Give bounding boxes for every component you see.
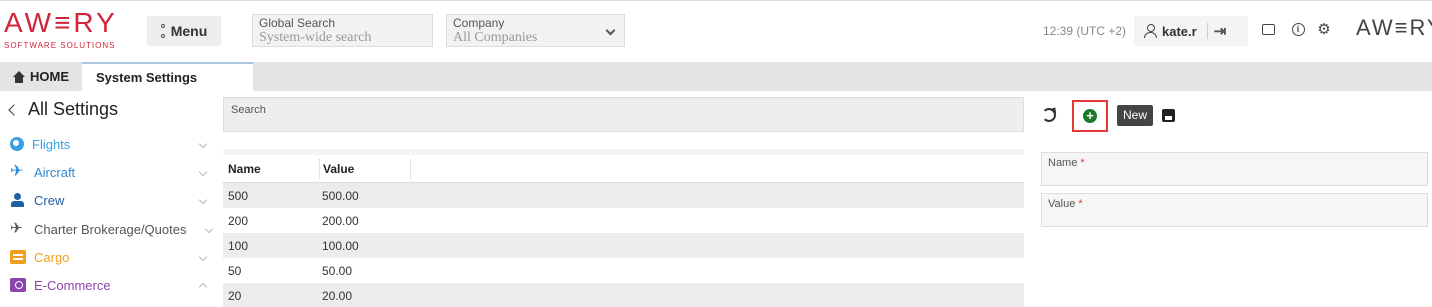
chevron-down-icon [198, 195, 208, 205]
value-field[interactable]: Value * [1041, 193, 1428, 227]
table-header: Name Value [223, 149, 1024, 183]
sidebar-item-cargo[interactable]: Cargo [10, 245, 210, 269]
all-settings-back[interactable]: All Settings [8, 99, 119, 120]
search-panel[interactable]: Search [223, 97, 1024, 132]
chevron-left-icon [8, 103, 20, 116]
all-settings-label: All Settings [28, 99, 119, 119]
user-icon [1144, 24, 1157, 38]
chevron-down-icon [198, 252, 208, 262]
sidebar-item-label: Crew [34, 192, 65, 208]
column-divider [410, 158, 411, 179]
cell-value: 50.00 [322, 263, 353, 278]
cargo-icon [10, 250, 26, 264]
logo-subtitle: SOFTWARE SOLUTIONS [4, 41, 116, 50]
table-row[interactable]: 500 500.00 [223, 183, 1024, 208]
name-field[interactable]: Name * [1041, 152, 1428, 186]
cell-value: 200.00 [322, 213, 359, 228]
menu-button-label: Menu [170, 23, 208, 39]
divider [1206, 23, 1208, 39]
table-row[interactable]: 200 200.00 [223, 208, 1024, 233]
cell-value: 100.00 [322, 238, 359, 253]
cell-name: 500 [228, 188, 249, 203]
table-row[interactable]: 100 100.00 [223, 233, 1024, 258]
sidebar-item-label: Cargo [34, 249, 70, 265]
cell-value: 500.00 [322, 188, 359, 203]
plus-circle-icon: + [1083, 109, 1097, 123]
tab-home[interactable]: HOME [0, 62, 82, 91]
username: kate.r [1162, 23, 1197, 39]
cell-name: 200 [228, 213, 249, 228]
app-header: AW≡RY SOFTWARE SOLUTIONS Menu Global Sea… [0, 0, 1432, 62]
sidebar-item-label: E-Commerce [34, 277, 111, 293]
column-header-value[interactable]: Value [319, 158, 354, 179]
settings-table: Name Value 500 500.00 200 200.00 100 100… [223, 149, 1024, 307]
logout-icon[interactable]: ⇥ [1214, 22, 1227, 40]
global-search-label: Global Search [259, 16, 336, 30]
sidebar-item-label: Flights [32, 136, 71, 152]
tab-system-settings-label: System Settings [96, 70, 198, 85]
cell-value: 20.00 [322, 288, 353, 303]
chat-icon[interactable] [1258, 19, 1278, 39]
column-header-name[interactable]: Name [228, 162, 261, 176]
chevron-down-icon [198, 167, 208, 177]
chevron-up-icon [198, 282, 208, 292]
company-value: All Companies [453, 30, 538, 45]
cell-name: 20 [228, 288, 242, 303]
crew-icon [10, 193, 26, 207]
refresh-icon[interactable] [1042, 108, 1056, 122]
required-mark: * [1080, 157, 1085, 169]
logo-wordmark: AW≡RY [4, 7, 118, 38]
company-label: Company [453, 16, 505, 30]
save-icon[interactable] [1162, 109, 1175, 122]
add-new-button[interactable]: + [1072, 100, 1108, 132]
sidebar-item-ecommerce[interactable]: E-Commerce [10, 273, 210, 297]
name-field-label: Name [1048, 157, 1078, 169]
global-search-placeholder: System-wide search [259, 30, 372, 45]
awery-logo[interactable]: AW≡RY SOFTWARE SOLUTIONS [4, 7, 118, 51]
sidebar-item-aircraft[interactable]: ✈ Aircraft [10, 160, 210, 184]
tab-bar: HOME System Settings [0, 62, 1432, 91]
sidebar-item-crew[interactable]: Crew [10, 188, 210, 212]
home-icon [12, 70, 26, 83]
vertical-dots-icon [160, 24, 165, 38]
tab-home-label: HOME [30, 69, 69, 84]
flights-icon [10, 137, 24, 151]
clock-time: 12:39 (UTC +2) [1043, 24, 1127, 38]
awery-small-logo: AW≡RY [1356, 15, 1432, 40]
menu-button[interactable]: Menu [147, 16, 221, 46]
table-row[interactable]: 50 50.00 [223, 258, 1024, 283]
required-mark: * [1078, 198, 1083, 210]
cell-name: 100 [228, 238, 249, 253]
ecommerce-icon [10, 278, 26, 292]
charter-plane-icon: ✈ [10, 220, 23, 237]
company-select[interactable]: Company All Companies [446, 14, 625, 47]
user-menu[interactable]: kate.r ⇥ [1134, 16, 1248, 46]
value-field-label: Value [1048, 198, 1076, 210]
search-label: Search [231, 104, 266, 116]
sidebar-item-label: Aircraft [34, 164, 76, 180]
sidebar-item-flights[interactable]: Flights [10, 132, 210, 156]
global-search-input[interactable]: Global Search System-wide search [252, 14, 433, 47]
table-row[interactable]: 20 20.00 [223, 283, 1024, 307]
aircraft-icon: ✈ [10, 163, 24, 180]
settings-sidebar: All Settings Flights ✈ Aircraft Crew ✈ C… [0, 91, 216, 307]
sidebar-item-charter-brokerage[interactable]: ✈ Charter Brokerage/Quotes [10, 217, 216, 241]
tab-system-settings[interactable]: System Settings [82, 62, 253, 91]
cell-name: 50 [228, 263, 242, 278]
chevron-down-icon [198, 139, 208, 149]
info-icon[interactable]: i [1288, 19, 1308, 39]
gear-icon[interactable]: ⚙ [1314, 19, 1334, 39]
chevron-down-icon [204, 224, 214, 234]
sidebar-item-label: Charter Brokerage/Quotes [34, 221, 187, 237]
new-tooltip: New [1117, 105, 1154, 126]
